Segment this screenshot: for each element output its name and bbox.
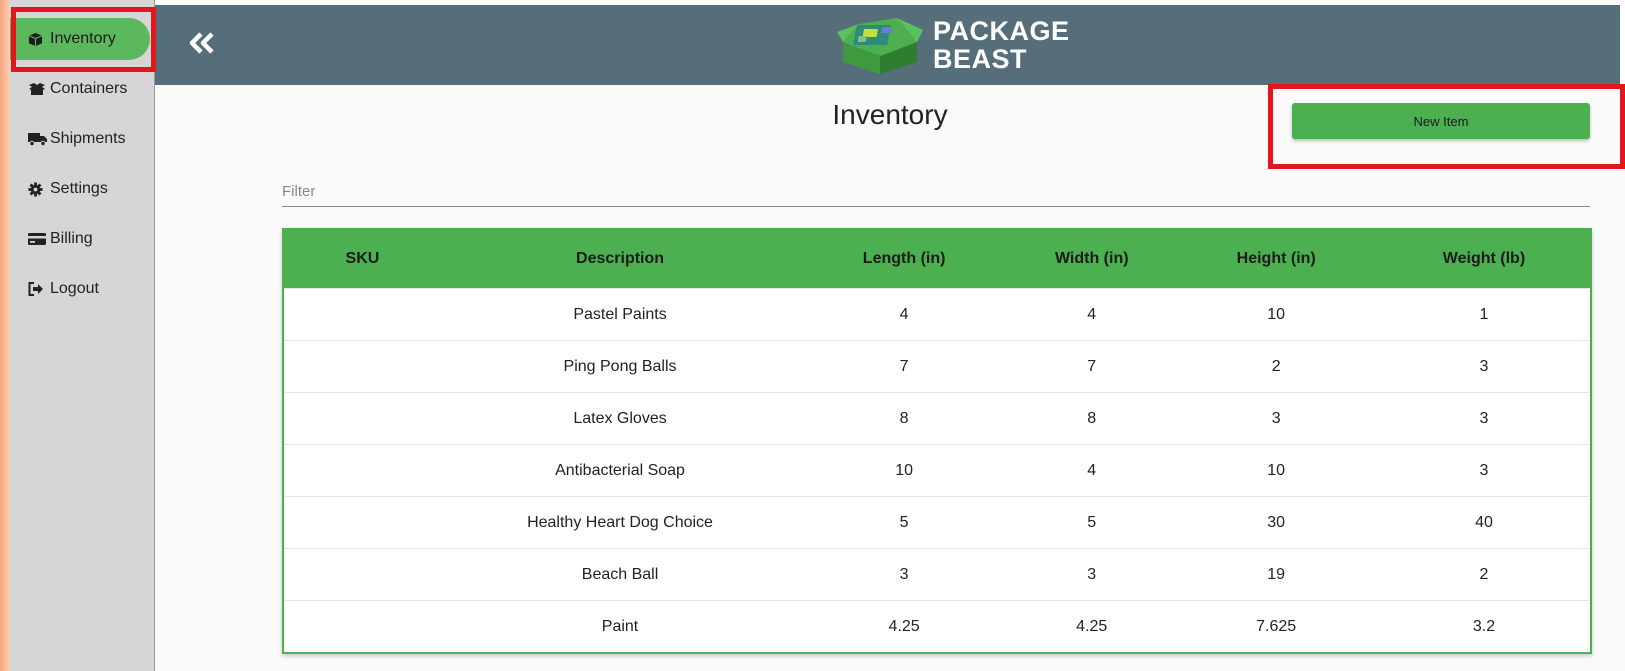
cell-sku <box>284 600 441 652</box>
main-content: Inventory New Item SKU Description Lengt… <box>155 85 1625 671</box>
column-header-width[interactable]: Width (in) <box>1009 230 1175 289</box>
sidebar-item-shipments[interactable]: Shipments <box>10 118 150 160</box>
cell-width: 4 <box>1009 444 1175 497</box>
cell-description: Pastel Paints <box>440 288 800 341</box>
cell-weight: 3.2 <box>1377 600 1590 652</box>
cell-description: Paint <box>440 600 800 652</box>
cell-height: 30 <box>1174 496 1378 549</box>
new-item-button[interactable]: New Item <box>1292 103 1590 139</box>
cell-weight: 2 <box>1377 548 1590 601</box>
cell-sku <box>284 496 441 549</box>
cell-length: 10 <box>799 444 1010 497</box>
table-row[interactable]: Beach Ball 3 3 19 2 <box>284 548 1590 601</box>
cell-height: 19 <box>1174 548 1378 601</box>
collapse-sidebar-button[interactable] <box>185 30 219 60</box>
sidebar-item-label: Billing <box>50 230 93 247</box>
column-header-weight[interactable]: Weight (lb) <box>1377 230 1590 289</box>
column-header-sku[interactable]: SKU <box>284 230 441 289</box>
sidebar-item-label: Settings <box>50 180 108 197</box>
sidebar-item-logout[interactable]: Logout <box>10 268 150 310</box>
cell-sku <box>284 444 441 497</box>
cell-width: 4 <box>1009 288 1175 341</box>
cell-weight: 3 <box>1377 444 1590 497</box>
boxes-icon <box>28 82 50 96</box>
column-header-length[interactable]: Length (in) <box>799 230 1010 289</box>
cell-length: 7 <box>799 340 1010 393</box>
sidebar-item-settings[interactable]: Settings <box>10 168 150 210</box>
cell-weight: 40 <box>1377 496 1590 549</box>
cell-width: 5 <box>1009 496 1175 549</box>
column-header-height[interactable]: Height (in) <box>1174 230 1378 289</box>
cell-description: Latex Gloves <box>440 392 800 445</box>
sidebar-item-label: Containers <box>50 80 128 97</box>
table-row[interactable]: Paint 4.25 4.25 7.625 3.2 <box>284 600 1590 652</box>
cell-description: Antibacterial Soap <box>440 444 800 497</box>
table-row[interactable]: Ping Pong Balls 7 7 2 3 <box>284 340 1590 393</box>
cell-length: 8 <box>799 392 1010 445</box>
column-header-description[interactable]: Description <box>440 230 800 289</box>
sidebar: Inventory Containers Shipments Settings … <box>10 0 155 671</box>
filter-input[interactable] <box>282 177 1590 207</box>
cell-sku <box>284 340 441 393</box>
cell-height: 3 <box>1174 392 1378 445</box>
sidebar-item-inventory[interactable]: Inventory <box>10 18 150 60</box>
cell-width: 7 <box>1009 340 1175 393</box>
box-icon <box>28 32 50 47</box>
gear-icon <box>28 181 50 197</box>
window-edge <box>0 0 10 671</box>
cell-height: 2 <box>1174 340 1378 393</box>
cell-weight: 3 <box>1377 340 1590 393</box>
inventory-table: SKU Description Length (in) Width (in) H… <box>282 228 1592 654</box>
cell-sku <box>284 288 441 341</box>
logo: PACKAGE BEAST <box>837 13 1070 77</box>
logout-icon <box>28 282 50 296</box>
cell-width: 4.25 <box>1009 600 1175 652</box>
sidebar-item-containers[interactable]: Containers <box>10 68 150 110</box>
credit-card-icon <box>28 232 50 246</box>
logo-line-1: PACKAGE <box>933 16 1070 46</box>
cell-length: 3 <box>799 548 1010 601</box>
truck-icon <box>28 132 50 146</box>
cell-length: 5 <box>799 496 1010 549</box>
table-row[interactable]: Healthy Heart Dog Choice 5 5 30 40 <box>284 496 1590 549</box>
logo-text: PACKAGE BEAST <box>933 17 1070 73</box>
cell-length: 4 <box>799 288 1010 341</box>
sidebar-item-label: Logout <box>50 280 99 297</box>
cell-sku <box>284 548 441 601</box>
table-header-row: SKU Description Length (in) Width (in) H… <box>284 230 1590 289</box>
cell-weight: 1 <box>1377 288 1590 341</box>
logo-line-2: BEAST <box>933 44 1028 74</box>
cell-height: 7.625 <box>1174 600 1378 652</box>
cell-length: 4.25 <box>799 600 1010 652</box>
table-row[interactable]: Latex Gloves 8 8 3 3 <box>284 392 1590 445</box>
cell-sku <box>284 392 441 445</box>
cell-description: Ping Pong Balls <box>440 340 800 393</box>
cell-width: 8 <box>1009 392 1175 445</box>
double-chevron-left-icon <box>188 31 216 59</box>
cell-width: 3 <box>1009 548 1175 601</box>
cell-description: Beach Ball <box>440 548 800 601</box>
table-row[interactable]: Pastel Paints 4 4 10 1 <box>284 288 1590 341</box>
sidebar-item-billing[interactable]: Billing <box>10 218 150 260</box>
cell-height: 10 <box>1174 444 1378 497</box>
sidebar-item-label: Shipments <box>50 130 126 147</box>
cell-description: Healthy Heart Dog Choice <box>440 496 800 549</box>
cell-height: 10 <box>1174 288 1378 341</box>
table-row[interactable]: Antibacterial Soap 10 4 10 3 <box>284 444 1590 497</box>
sidebar-item-label: Inventory <box>50 30 116 47</box>
top-header: PACKAGE BEAST <box>155 5 1620 85</box>
package-box-icon <box>837 12 923 79</box>
cell-weight: 3 <box>1377 392 1590 445</box>
